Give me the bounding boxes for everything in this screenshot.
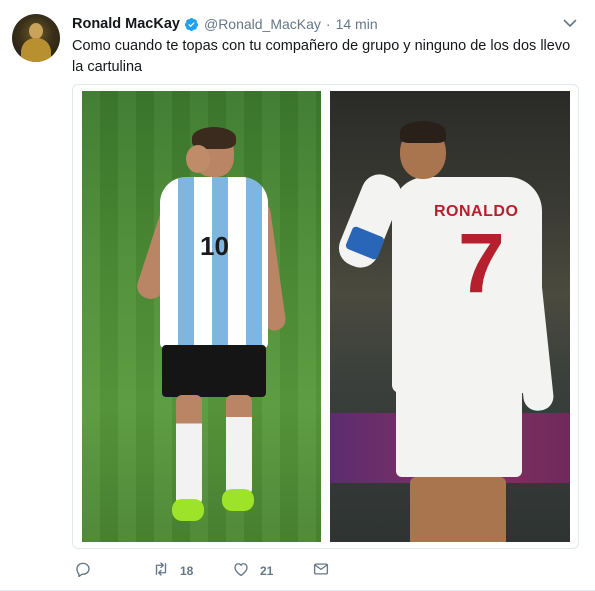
- ronaldo-hair: [400, 121, 446, 143]
- messi-leg-right: [226, 395, 252, 495]
- avatar-body: [21, 38, 51, 62]
- retweet-icon: [152, 560, 170, 583]
- messi-boot-left: [172, 499, 204, 521]
- tweet[interactable]: Ronald MacKay @Ronald_MacKay · 14 min Co…: [0, 0, 595, 591]
- messi-shorts: [162, 345, 266, 397]
- retweet-count: 18: [180, 564, 194, 578]
- messi-shirt-number: 10: [200, 231, 229, 261]
- heart-icon: [232, 560, 250, 583]
- verified-badge-icon: [184, 17, 199, 32]
- tweet-header: Ronald MacKay @Ronald_MacKay · 14 min: [72, 14, 378, 34]
- messi-leg-left: [176, 395, 202, 505]
- ronaldo-shorts: [396, 387, 522, 477]
- header-separator: ·: [325, 16, 331, 32]
- ronaldo-legs: [410, 477, 506, 542]
- messi-hand: [186, 145, 210, 173]
- tweet-timestamp[interactable]: 14 min: [336, 16, 378, 32]
- reply-button[interactable]: [74, 561, 92, 581]
- media-container[interactable]: 10 RONALDO 7: [72, 84, 579, 549]
- ronaldo-shirt-number: 7: [458, 216, 505, 310]
- messi-shirt: [160, 177, 268, 349]
- direct-message-button[interactable]: [312, 561, 330, 581]
- avatar-head: [29, 23, 43, 39]
- retweet-button[interactable]: 18: [152, 561, 193, 581]
- photo-ronaldo[interactable]: RONALDO 7: [330, 91, 570, 542]
- reply-icon: [74, 560, 92, 583]
- photo-messi[interactable]: 10: [82, 91, 321, 542]
- chevron-down-icon[interactable]: [562, 15, 578, 31]
- author-handle[interactable]: @Ronald_MacKay: [204, 16, 321, 32]
- envelope-icon: [312, 560, 330, 583]
- like-button[interactable]: 21: [232, 561, 273, 581]
- messi-boot-right: [222, 489, 254, 511]
- author-avatar[interactable]: [12, 14, 60, 62]
- tweet-text: Como cuando te topas con tu compañero de…: [72, 38, 571, 75]
- like-count: 21: [260, 564, 274, 578]
- author-name[interactable]: Ronald MacKay: [72, 16, 180, 32]
